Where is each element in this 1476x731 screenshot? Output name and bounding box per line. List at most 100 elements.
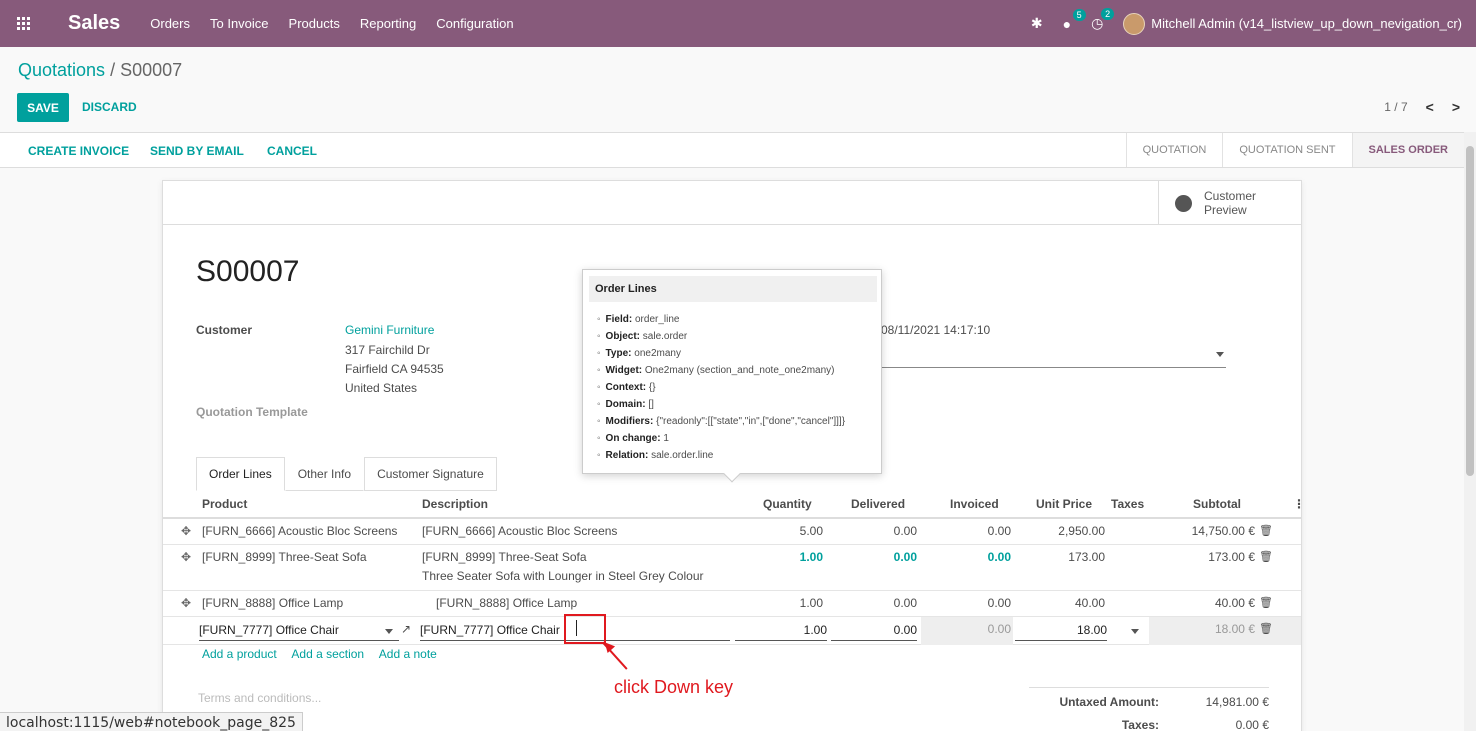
pager-prev-icon[interactable]: < [1426, 99, 1434, 115]
quotation-template-label: Quotation Template [196, 405, 308, 419]
unit-price-input[interactable]: 18.00 [1015, 619, 1107, 641]
order-date-value[interactable]: 08/11/2021 14:17:10 [881, 323, 990, 337]
add-product-link[interactable]: Add a product [202, 647, 277, 661]
avatar[interactable] [1123, 12, 1146, 35]
pager-value[interactable]: 1 / 7 [1384, 100, 1407, 114]
table-header: Product Description Quantity Delivered I… [163, 491, 1305, 519]
stage-quotation-sent[interactable]: QUOTATION SENT [1222, 133, 1351, 167]
menu-configuration[interactable]: Configuration [436, 16, 513, 31]
tab-order-lines[interactable]: Order Lines [196, 457, 285, 491]
tooltip-item: Widget: One2many (section_and_note_one2m… [597, 362, 845, 379]
activities-badge: 2 [1101, 8, 1115, 20]
tooltip-list: Field: order_line Object: sale.order Typ… [597, 311, 846, 464]
discard-button[interactable]: DISCARD [82, 100, 137, 114]
drag-handle-icon[interactable]: ✥ [181, 596, 191, 610]
pricelist-select[interactable] [881, 344, 1226, 368]
column-options-icon[interactable]: ⋮ [1293, 497, 1305, 511]
menu-orders[interactable]: Orders [150, 16, 190, 31]
cell-description: [FURN_8999] Three-Seat Sofa [422, 550, 587, 564]
cell-product: [FURN_8999] Three-Seat Sofa [202, 550, 367, 564]
product-input[interactable]: [FURN_7777] Office Chair [199, 619, 399, 641]
pager-next-icon[interactable]: > [1452, 99, 1460, 115]
create-invoice-button[interactable]: CREATE INVOICE [28, 144, 129, 158]
customer-link[interactable]: Gemini Furniture [345, 323, 434, 337]
cell-delivered: 0.00 [893, 524, 917, 538]
quantity-input[interactable]: 1.00 [735, 619, 827, 641]
cell-product: [FURN_8888] Office Lamp [202, 596, 344, 610]
cell-delivered: 0.00 [893, 596, 917, 610]
external-link-icon[interactable]: ↗ [401, 622, 411, 636]
add-section-link[interactable]: Add a section [291, 647, 364, 661]
quantity-input-value: 1.00 [803, 623, 827, 637]
trash-icon[interactable]: 🗑 [1259, 550, 1273, 563]
col-subtotal[interactable]: Subtotal [1193, 497, 1241, 511]
divider [1029, 687, 1269, 688]
send-by-email-button[interactable]: SEND BY EMAIL [150, 144, 244, 158]
cell-invoiced: 0.00 [987, 524, 1011, 538]
cell-subtotal: 14,750.00 € [1191, 524, 1255, 538]
terms-input[interactable]: Terms and conditions... [198, 691, 321, 705]
table-row[interactable]: ✥ [FURN_8999] Three-Seat Sofa [FURN_8999… [163, 545, 1301, 591]
cell-unit-price: 40.00 [1074, 596, 1105, 610]
table-row[interactable]: ✥ [FURN_6666] Acoustic Bloc Screens [FUR… [163, 519, 1301, 545]
cell-description-line-2: Three Seater Sofa with Lounger in Steel … [422, 569, 704, 583]
messages-icon[interactable]: ● 5 [1063, 8, 1086, 32]
add-note-link[interactable]: Add a note [379, 647, 437, 661]
app-name[interactable]: Sales [68, 12, 120, 35]
chevron-down-icon[interactable] [385, 629, 393, 634]
col-unit-price[interactable]: Unit Price [1036, 497, 1092, 511]
cell-unit-price: 2,950.00 [1058, 524, 1105, 538]
taxes-dropdown-icon[interactable] [1131, 629, 1139, 634]
menu-reporting[interactable]: Reporting [360, 16, 416, 31]
delivered-input[interactable]: 0.00 [831, 619, 917, 641]
table-row-editing[interactable]: [FURN_7777] Office Chair ↗ [FURN_7777] O… [163, 617, 1301, 645]
save-button[interactable]: SAVE [17, 93, 69, 122]
trash-icon[interactable]: 🗑 [1259, 596, 1273, 609]
user-menu[interactable]: Mitchell Admin (v14_listview_up_down_nev… [1151, 16, 1462, 31]
untaxed-amount-value: 14,981.00 € [1205, 695, 1269, 709]
trash-icon[interactable]: 🗑 [1259, 524, 1273, 537]
drag-handle-icon[interactable]: ✥ [181, 550, 191, 564]
cell-subtotal: 18.00 € [1214, 622, 1255, 636]
col-delivered[interactable]: Delivered [851, 497, 905, 511]
tooltip-item: On change: 1 [597, 430, 845, 447]
stage-quotation[interactable]: QUOTATION [1125, 133, 1223, 167]
cell-description: [FURN_8888] Office Lamp [436, 596, 578, 610]
cell-quantity: 5.00 [799, 524, 823, 538]
cell-quantity: 1.00 [799, 550, 823, 564]
apps-menu-icon[interactable] [0, 0, 46, 47]
trash-icon[interactable]: 🗑 [1259, 622, 1273, 635]
col-description[interactable]: Description [422, 497, 488, 511]
address-line-1: 317 Fairchild Dr [345, 343, 430, 357]
drag-handle-icon[interactable]: ✥ [181, 524, 191, 538]
menu-products[interactable]: Products [289, 16, 340, 31]
tooltip-item: Object: sale.order [597, 328, 845, 345]
vertical-scrollbar[interactable] [1464, 132, 1476, 731]
field-info-tooltip: Order Lines Field: order_line Object: sa… [582, 269, 882, 483]
bug-icon[interactable]: ✱ [1031, 15, 1043, 32]
menu-to-invoice[interactable]: To Invoice [210, 16, 269, 31]
tooltip-item: Domain: [] [597, 396, 845, 413]
col-product[interactable]: Product [202, 497, 247, 511]
col-taxes[interactable]: Taxes [1111, 497, 1144, 511]
tooltip-item: Relation: sale.order.line [597, 447, 845, 464]
tab-other-info[interactable]: Other Info [284, 457, 365, 491]
customer-preview-button[interactable]: Customer Preview [1158, 181, 1301, 225]
tooltip-item: Modifiers: {"readonly":[["state","in",["… [597, 413, 846, 430]
status-bar: CREATE INVOICE SEND BY EMAIL CANCEL QUOT… [0, 132, 1464, 168]
col-quantity[interactable]: Quantity [763, 497, 812, 511]
stage-sales-order[interactable]: SALES ORDER [1351, 133, 1464, 167]
address-line-2: Fairfield CA 94535 [345, 362, 444, 376]
customer-label: Customer [196, 323, 253, 337]
cancel-button[interactable]: CANCEL [267, 144, 317, 158]
scrollbar-thumb[interactable] [1466, 146, 1474, 476]
breadcrumb-quotations[interactable]: Quotations [18, 60, 105, 80]
cell-quantity: 1.00 [799, 596, 823, 610]
activities-icon[interactable]: ◷ 2 [1091, 8, 1115, 32]
taxes-label: Taxes: [1121, 718, 1159, 731]
address-line-3: United States [345, 381, 418, 395]
col-invoiced[interactable]: Invoiced [950, 497, 999, 511]
tab-customer-signature[interactable]: Customer Signature [364, 457, 497, 491]
breadcrumb: Quotations / S00007 [18, 60, 182, 81]
table-row[interactable]: ✥ [FURN_8888] Office Lamp [FURN_8888] Of… [163, 591, 1301, 617]
